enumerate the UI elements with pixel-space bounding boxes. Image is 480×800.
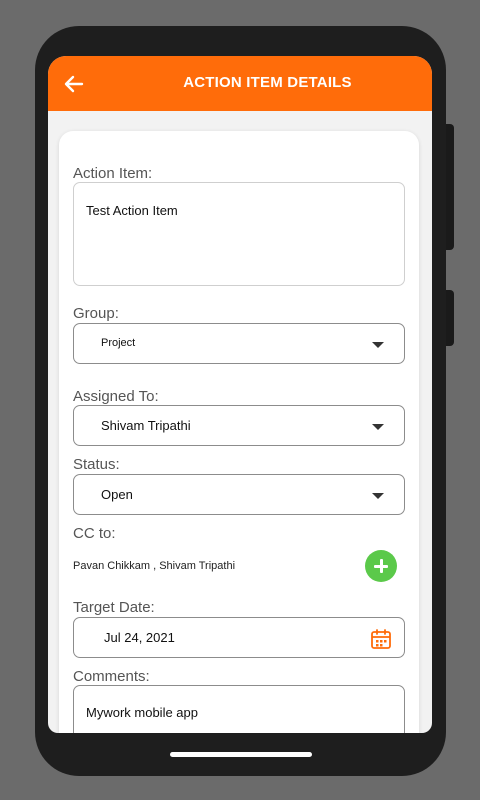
form-card: Action Item: Test Action Item Group: Pro… bbox=[59, 131, 419, 733]
volume-button bbox=[446, 124, 454, 250]
group-value: Project bbox=[101, 337, 136, 349]
assigned-to-label: Assigned To: bbox=[73, 388, 159, 405]
action-item-value: Test Action Item bbox=[86, 203, 178, 218]
assigned-to-value: Shivam Tripathi bbox=[101, 418, 191, 433]
power-button bbox=[446, 290, 454, 346]
comments-label: Comments: bbox=[73, 668, 150, 685]
chevron-down-icon bbox=[372, 342, 384, 348]
target-date-label: Target Date: bbox=[73, 599, 155, 616]
app-bar: ACTION ITEM DETAILS bbox=[48, 56, 432, 111]
action-item-label: Action Item: bbox=[73, 165, 153, 182]
comments-value: Mywork mobile app bbox=[86, 705, 198, 720]
chevron-down-icon bbox=[372, 493, 384, 499]
status-value: Open bbox=[101, 487, 133, 502]
cc-label: CC to: bbox=[73, 525, 116, 542]
comments-field[interactable]: Mywork mobile app bbox=[73, 685, 405, 733]
page-title: ACTION ITEM DETAILS bbox=[183, 74, 352, 91]
app-screen: ACTION ITEM DETAILS Action Item: Test Ac… bbox=[48, 56, 432, 733]
calendar-icon[interactable] bbox=[370, 628, 392, 650]
home-indicator[interactable] bbox=[170, 752, 312, 757]
action-item-field[interactable]: Test Action Item bbox=[73, 182, 405, 286]
chevron-down-icon bbox=[372, 424, 384, 430]
assigned-to-dropdown[interactable]: Shivam Tripathi bbox=[73, 405, 405, 446]
cc-recipients: Pavan Chikkam , Shivam Tripathi bbox=[73, 560, 236, 572]
status-label: Status: bbox=[73, 456, 120, 473]
target-date-field[interactable]: Jul 24, 2021 bbox=[73, 617, 405, 658]
status-dropdown[interactable]: Open bbox=[73, 474, 405, 515]
group-dropdown[interactable]: Project bbox=[73, 323, 405, 364]
target-date-value: Jul 24, 2021 bbox=[104, 630, 175, 645]
add-cc-button[interactable] bbox=[365, 550, 397, 582]
group-label: Group: bbox=[73, 305, 119, 322]
